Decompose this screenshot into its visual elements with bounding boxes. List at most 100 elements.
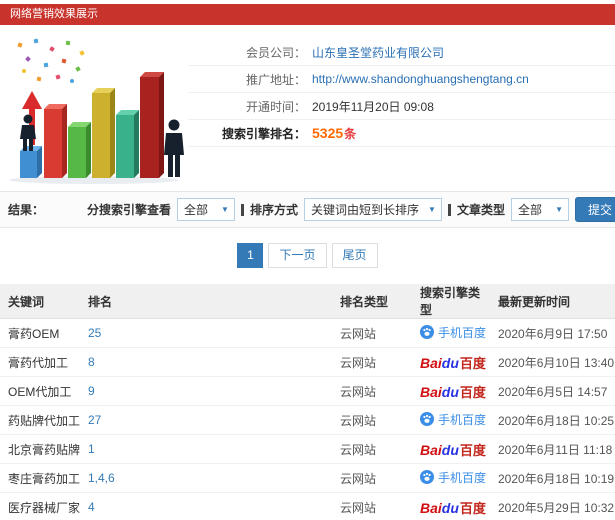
result-label: 结果： bbox=[8, 203, 45, 217]
rank-cell[interactable]: 9 bbox=[80, 376, 332, 406]
info-row-rank-count: 搜索引擎排名： 5325 条 bbox=[188, 120, 615, 147]
rank-cell[interactable]: 27 bbox=[80, 405, 332, 435]
keyword-cell: 药贴牌代加工 bbox=[0, 405, 80, 435]
updated-time-cell: 2020年6月9日 17:50 bbox=[490, 318, 615, 348]
updated-time-cell: 2020年6月18日 10:25 bbox=[490, 405, 615, 435]
separator bbox=[447, 203, 451, 216]
engine-cell: 手机百度 bbox=[412, 405, 490, 435]
article-type-select[interactable]: 全部 ▼ bbox=[510, 198, 569, 221]
account-details: 会员公司： 山东皇圣堂药业有限公司 推广地址： http://www.shand… bbox=[188, 33, 615, 185]
filter-bar: 结果： 分搜索引擎查看 全部 ▼ 排序方式 关键词由短到长排序 ▼ 文章类型 全… bbox=[0, 192, 615, 228]
next-page-button[interactable]: 下一页 bbox=[268, 243, 327, 268]
mobile-baidu-logo: 手机百度 bbox=[420, 324, 486, 341]
mobile-baidu-icon bbox=[420, 412, 434, 427]
keyword-cell: 医疗器械厂家 bbox=[0, 492, 80, 520]
table-row: 膏药代加工 8 云网站 Bai du 百度 2020年6月10日 13:40 bbox=[0, 347, 615, 377]
company-link[interactable]: 山东皇圣堂药业有限公司 bbox=[312, 44, 444, 61]
rank-type-cell: 云网站 bbox=[332, 463, 412, 493]
rank-type-cell: 云网站 bbox=[332, 376, 412, 406]
rank-count-value: 5325 bbox=[312, 125, 344, 141]
engine-filter-label: 分搜索引擎查看 bbox=[86, 203, 171, 217]
chevron-down-icon: ▼ bbox=[428, 205, 436, 214]
info-row-company: 会员公司： 山东皇圣堂药业有限公司 bbox=[188, 39, 615, 66]
sort-select-value: 关键词由短到长排序 bbox=[310, 203, 419, 217]
rank-type-cell: 云网站 bbox=[332, 318, 412, 348]
table-header-row: 关键词 排名 排名类型 搜索引擎类型 最新更新时间 bbox=[0, 284, 615, 319]
table-row: 北京膏药贴牌 1 云网站 Bai du 百度 2020年6月11日 11:18 bbox=[0, 434, 615, 464]
col-header-engine-type: 搜索引擎类型 bbox=[412, 284, 490, 319]
rank-count-unit: 条 bbox=[344, 126, 357, 141]
mobile-baidu-icon bbox=[420, 325, 434, 340]
engine-cell: 手机百度 bbox=[412, 463, 490, 493]
mobile-baidu-logo: 手机百度 bbox=[420, 469, 486, 486]
sort-filter-label: 排序方式 bbox=[249, 203, 298, 217]
engine-cell: Bai du 百度 bbox=[412, 434, 490, 464]
updated-time-cell: 2020年6月5日 14:57 bbox=[490, 376, 615, 406]
rank-cell[interactable]: 25 bbox=[80, 318, 332, 348]
rank-cell[interactable]: 8 bbox=[80, 347, 332, 377]
page-header: 网络营销效果展示 bbox=[0, 4, 615, 25]
rank-type-cell: 云网站 bbox=[332, 405, 412, 435]
sort-select[interactable]: 关键词由短到长排序 ▼ bbox=[303, 198, 442, 221]
account-info-section: 会员公司： 山东皇圣堂药业有限公司 推广地址： http://www.shand… bbox=[0, 25, 615, 192]
company-label: 会员公司： bbox=[245, 45, 306, 60]
updated-time-cell: 2020年6月18日 10:19 bbox=[490, 463, 615, 493]
last-page-button[interactable]: 尾页 bbox=[331, 243, 378, 268]
rank-cell[interactable]: 1,4,6 bbox=[80, 463, 332, 493]
businessman-right-silhouette bbox=[164, 119, 184, 177]
open-time-value: 2019年11月20日 09:08 bbox=[312, 99, 434, 114]
rank-cell[interactable]: 4 bbox=[80, 492, 332, 520]
bars bbox=[20, 72, 164, 178]
table-row: 膏药OEM 25 云网站 手机百度 2020年6月9日 17:50 bbox=[0, 318, 615, 348]
engine-select-value: 全部 bbox=[183, 203, 208, 217]
engine-select[interactable]: 全部 ▼ bbox=[176, 198, 235, 221]
rank-count-label: 搜索引擎排名： bbox=[221, 126, 306, 141]
table-row: OEM代加工 9 云网站 Bai du 百度 2020年6月5日 14:57 bbox=[0, 376, 615, 406]
page-title: 网络营销效果展示 bbox=[10, 8, 98, 20]
engine-cell: Bai du 百度 bbox=[412, 492, 490, 520]
keyword-cell: 膏药OEM bbox=[0, 318, 80, 348]
table-row: 医疗器械厂家 4 云网站 Bai du 百度 2020年5月29日 10:32 bbox=[0, 492, 615, 520]
updated-time-cell: 2020年6月10日 13:40 bbox=[490, 347, 615, 377]
article-type-value: 全部 bbox=[517, 203, 542, 217]
baidu-logo: Bai du 百度 bbox=[420, 441, 486, 458]
col-header-rank: 排名 bbox=[80, 284, 332, 319]
updated-time-cell: 2020年6月11日 11:18 bbox=[490, 434, 615, 464]
marketing-results-page: 网络营销效果展示 会员公司： 山东皇圣堂药业有限公司 推广地址： http://… bbox=[0, 0, 615, 520]
filter-controls: 分搜索引擎查看 全部 ▼ 排序方式 关键词由短到长排序 ▼ 文章类型 全部 ▼ … bbox=[87, 197, 615, 222]
promo-url-label: 推广地址： bbox=[245, 72, 306, 87]
engine-cell: Bai du 百度 bbox=[412, 347, 490, 377]
col-header-rank-type: 排名类型 bbox=[332, 284, 412, 319]
submit-button[interactable]: 提交 bbox=[574, 197, 615, 222]
confetti-decoration bbox=[17, 38, 85, 83]
col-header-keyword: 关键词 bbox=[0, 284, 80, 319]
mobile-baidu-icon bbox=[420, 470, 434, 485]
marketing-chart-graphic bbox=[4, 33, 188, 185]
engine-cell: 手机百度 bbox=[412, 318, 490, 348]
baidu-logo: Bai du 百度 bbox=[420, 383, 486, 400]
rank-type-cell: 云网站 bbox=[332, 492, 412, 520]
keyword-cell: 膏药代加工 bbox=[0, 347, 80, 377]
keyword-cell: OEM代加工 bbox=[0, 376, 80, 406]
chevron-down-icon: ▼ bbox=[555, 205, 563, 214]
bar-chart-illustration bbox=[9, 38, 184, 184]
rank-type-cell: 云网站 bbox=[332, 347, 412, 377]
article-type-label: 文章类型 bbox=[456, 203, 505, 217]
page-number-current[interactable]: 1 bbox=[237, 243, 264, 268]
info-row-open-time: 开通时间： 2019年11月20日 09:08 bbox=[188, 93, 615, 120]
results-table: 关键词 排名 排名类型 搜索引擎类型 最新更新时间 膏药OEM 25 云网站 手… bbox=[0, 284, 615, 520]
mobile-baidu-logo: 手机百度 bbox=[420, 411, 486, 428]
info-row-url: 推广地址： http://www.shandonghuangshengtang.… bbox=[188, 66, 615, 93]
engine-cell: Bai du 百度 bbox=[412, 376, 490, 406]
keyword-cell: 北京膏药贴牌 bbox=[0, 434, 80, 464]
keyword-cell: 枣庄膏药加工 bbox=[0, 463, 80, 493]
promo-url-link[interactable]: http://www.shandonghuangshengtang.cn bbox=[312, 72, 529, 86]
separator bbox=[240, 203, 244, 216]
baidu-logo: Bai du 百度 bbox=[420, 499, 486, 516]
baidu-logo: Bai du 百度 bbox=[420, 354, 486, 371]
col-header-updated: 最新更新时间 bbox=[490, 284, 615, 319]
open-time-label: 开通时间： bbox=[245, 99, 306, 114]
rank-type-cell: 云网站 bbox=[332, 434, 412, 464]
rank-cell[interactable]: 1 bbox=[80, 434, 332, 464]
chevron-down-icon: ▼ bbox=[221, 205, 229, 214]
